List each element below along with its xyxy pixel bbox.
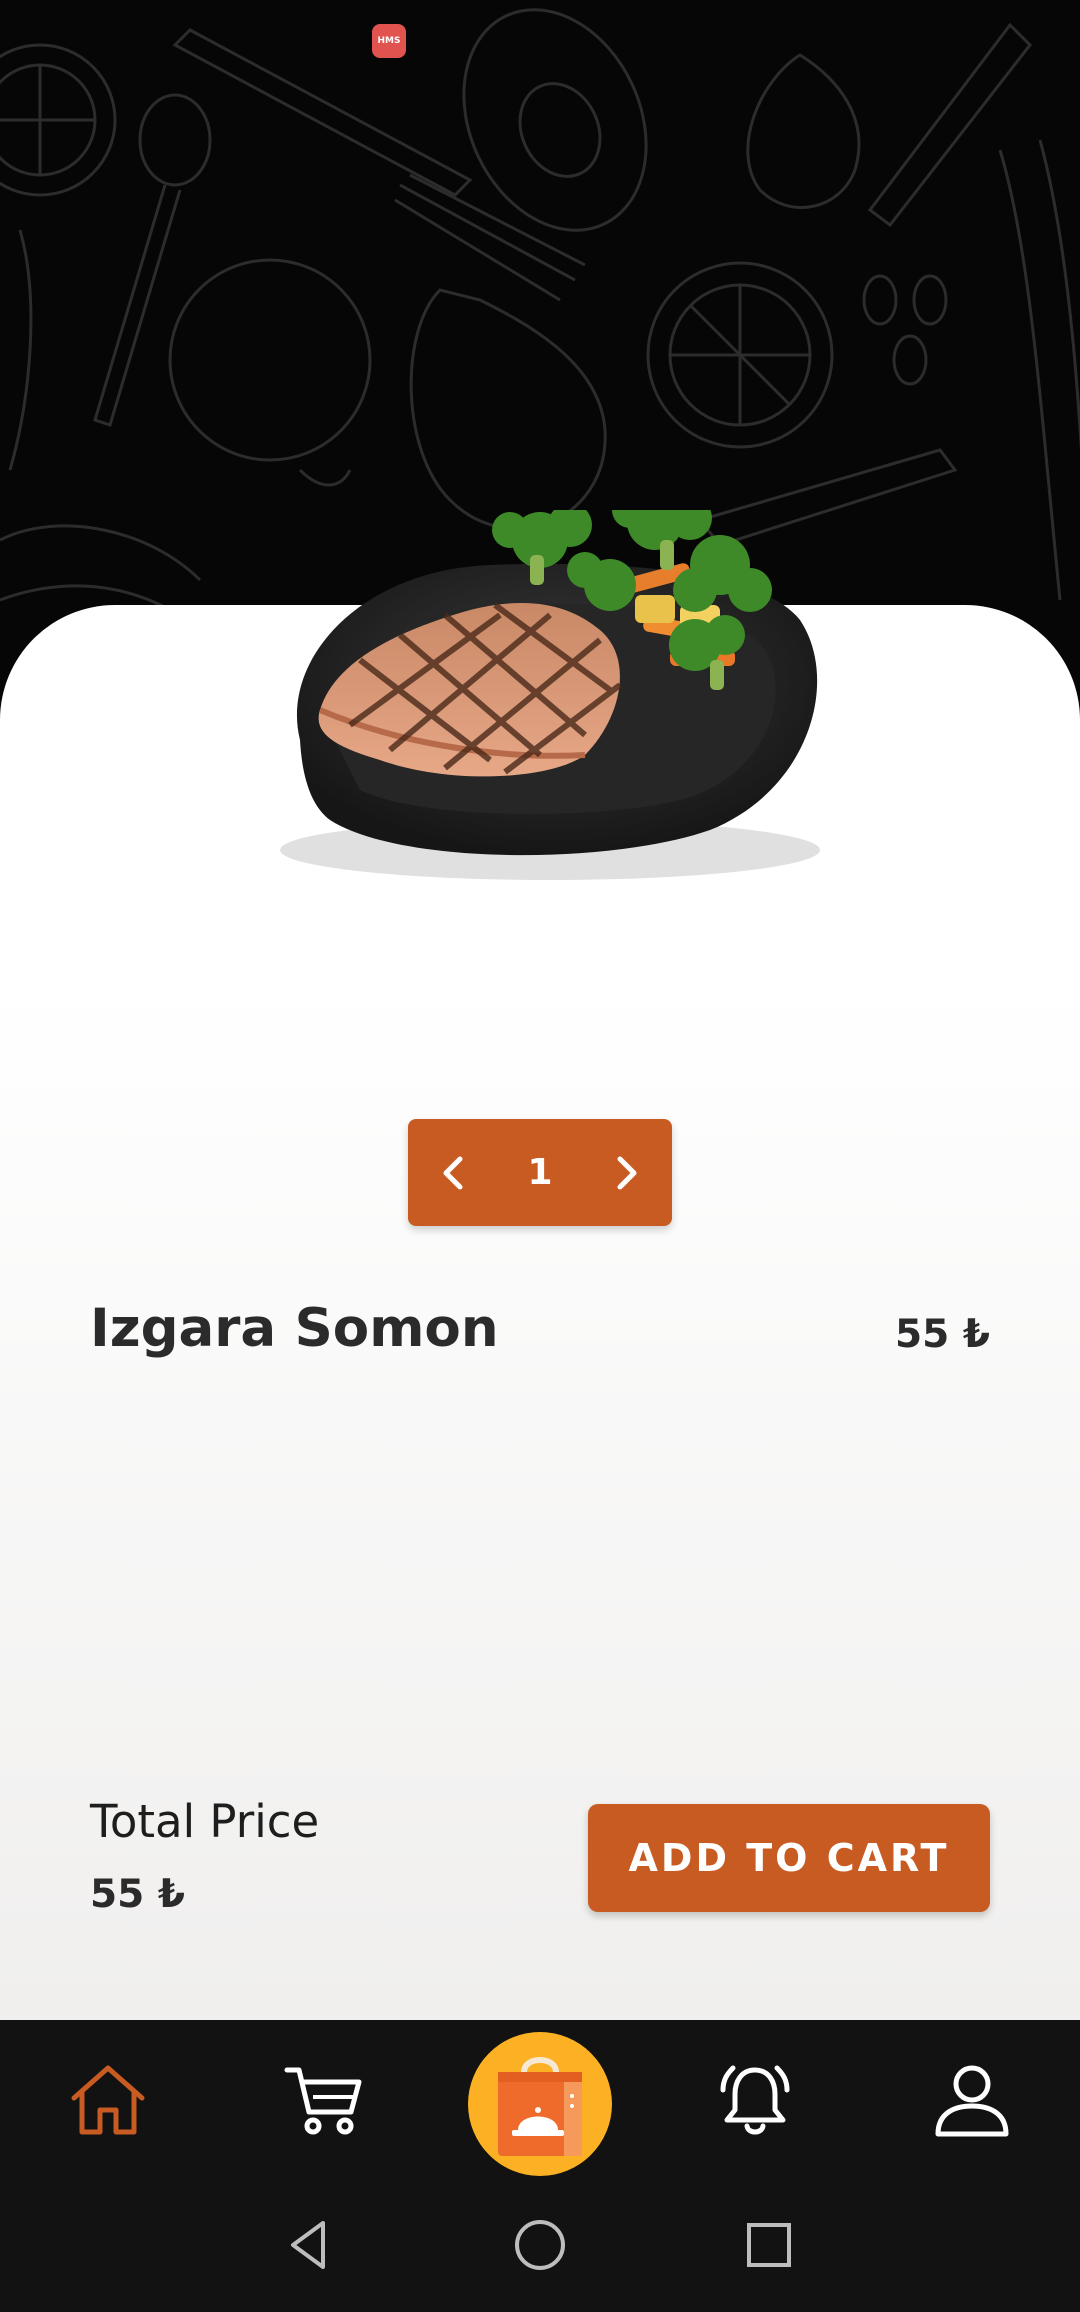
shopping-bag-icon bbox=[498, 2057, 582, 2156]
system-home-button[interactable] bbox=[495, 2200, 585, 2290]
home-icon bbox=[71, 2065, 145, 2135]
system-back-button[interactable] bbox=[264, 2200, 354, 2290]
add-to-cart-button[interactable]: ADD TO CART bbox=[588, 1804, 990, 1912]
bottom-navigation bbox=[0, 2020, 1080, 2180]
increase-quantity-button[interactable] bbox=[586, 1119, 666, 1226]
decrease-quantity-button[interactable] bbox=[414, 1119, 494, 1226]
user-icon bbox=[935, 2065, 1009, 2137]
system-navigation-bar bbox=[0, 2180, 1080, 2312]
hms-badge-icon: HMS bbox=[372, 24, 406, 58]
product-detail-screen: HMS 1 Izgara Somon 55 ₺ Total Price 55 ₺… bbox=[0, 0, 1080, 2312]
nav-cart[interactable] bbox=[273, 2050, 373, 2150]
nav-home[interactable] bbox=[58, 2050, 158, 2150]
total-price-label: Total Price bbox=[90, 1795, 320, 1848]
dish-image bbox=[280, 510, 820, 880]
quantity-value: 1 bbox=[527, 1152, 553, 1193]
system-recents-button[interactable] bbox=[724, 2200, 814, 2290]
nav-orders-button[interactable] bbox=[468, 2032, 612, 2176]
cart-icon bbox=[284, 2067, 362, 2135]
back-triangle-icon bbox=[291, 2221, 325, 2269]
recents-square-icon bbox=[747, 2223, 791, 2267]
nav-notifications[interactable] bbox=[705, 2050, 805, 2150]
chevron-left-icon bbox=[443, 1156, 463, 1189]
product-name: Izgara Somon bbox=[90, 1298, 499, 1359]
product-price: 55 ₺ bbox=[895, 1312, 990, 1357]
home-circle-icon bbox=[515, 2220, 565, 2270]
quantity-stepper: 1 bbox=[408, 1119, 672, 1226]
bell-icon bbox=[720, 2065, 790, 2135]
status-bar: HMS bbox=[0, 0, 1080, 80]
total-price-value: 55 ₺ bbox=[90, 1872, 185, 1917]
nav-profile[interactable] bbox=[922, 2050, 1022, 2150]
chevron-right-icon bbox=[617, 1156, 637, 1189]
